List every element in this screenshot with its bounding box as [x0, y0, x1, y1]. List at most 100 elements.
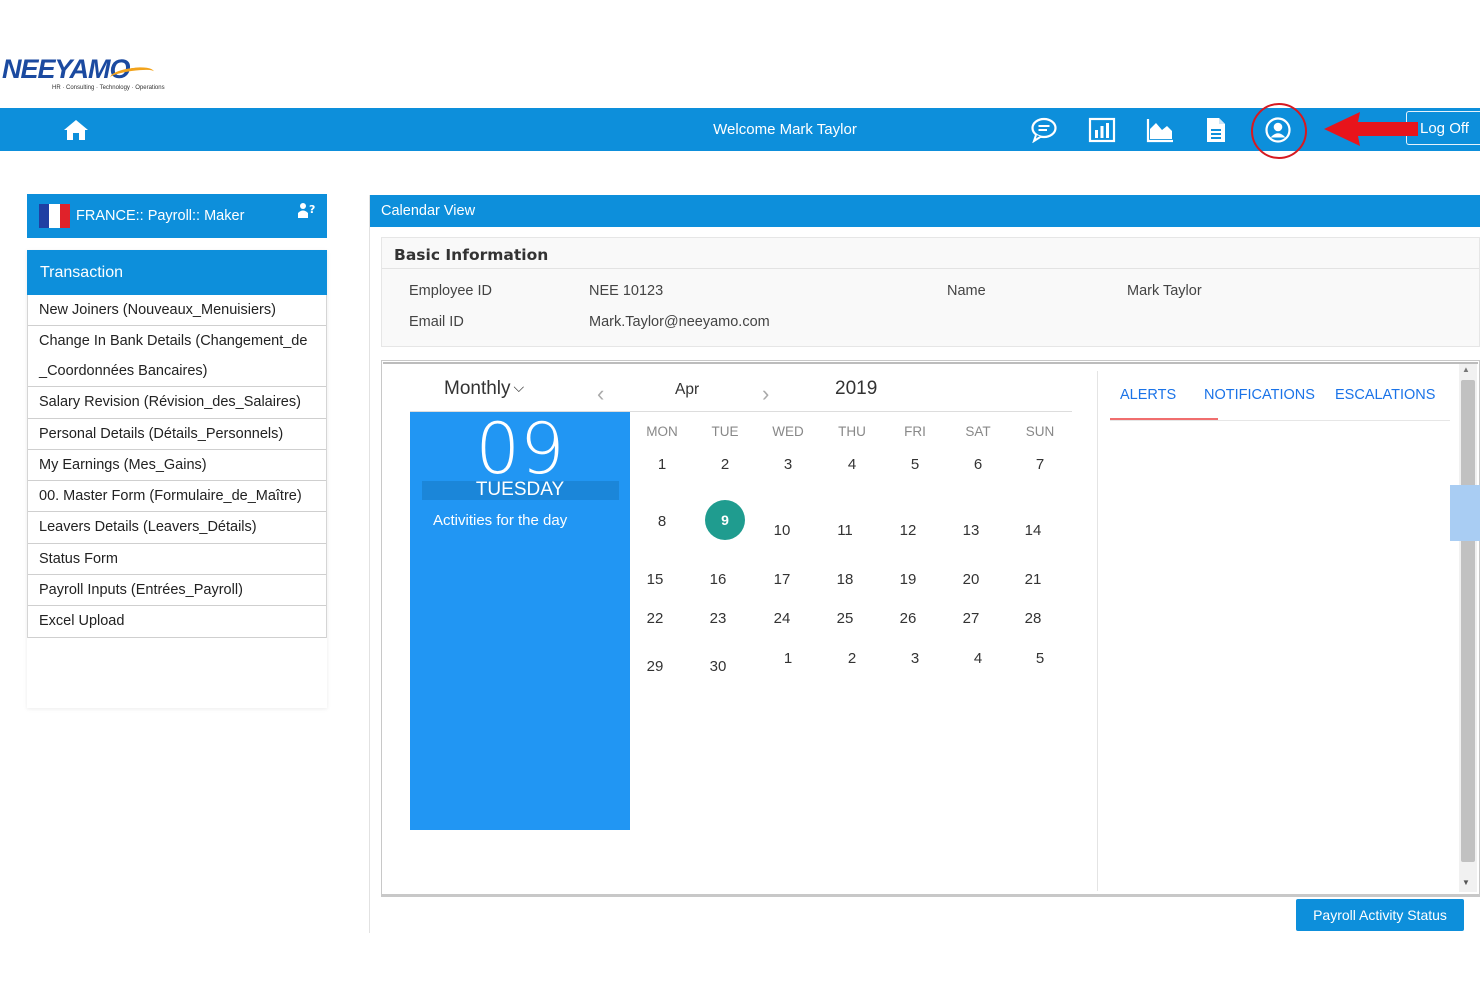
calendar-day[interactable]: 27	[951, 610, 991, 627]
year-label[interactable]: 2019	[835, 378, 877, 400]
scroll-up-icon[interactable]: ▲	[1462, 365, 1470, 374]
calendar-day[interactable]: 21	[1013, 571, 1053, 588]
tab-notifications[interactable]: NOTIFICATIONS	[1204, 387, 1315, 403]
calendar-day[interactable]: 4	[832, 456, 872, 473]
calendar-day[interactable]: 3	[768, 456, 808, 473]
report-icon[interactable]	[1088, 116, 1116, 144]
weekday-header: WED	[772, 424, 804, 439]
menu-item-leavers-details[interactable]: Leavers Details (Leavers_Détails)	[28, 512, 326, 544]
calendar-day[interactable]: 23	[698, 610, 738, 627]
menu-item-change-bank-details[interactable]: Change In Bank Details (Changement_de _C…	[28, 326, 326, 388]
chevron-down-icon: ⌵	[513, 379, 525, 395]
selected-day-panel: 09 TUESDAY Activities for the day	[410, 408, 630, 830]
calendar-day[interactable]: 22	[635, 610, 675, 627]
menu-item-excel-upload[interactable]: Excel Upload	[28, 606, 326, 638]
basic-information-panel: Basic Information Employee ID NEE 10123 …	[381, 237, 1480, 347]
month-label: Apr	[675, 381, 700, 398]
today-marker[interactable]: 9	[705, 500, 745, 540]
weekday-header: SAT	[965, 424, 991, 439]
calendar-day[interactable]: 2	[832, 650, 872, 667]
calendar-day[interactable]: 5	[1020, 650, 1060, 667]
next-month-button[interactable]: ›	[762, 381, 769, 407]
menu-item-personal-details[interactable]: Personal Details (Détails_Personnels)	[28, 419, 326, 450]
menu-item-master-form[interactable]: 00. Master Form (Formulaire_de_Maître)	[28, 481, 326, 513]
calendar-day[interactable]: 2	[705, 456, 745, 473]
scrollbar-thumb[interactable]	[1461, 380, 1475, 862]
activities-for-day-label: Activities for the day	[433, 512, 568, 529]
calendar-day[interactable]: 19	[888, 571, 928, 588]
calendar-day[interactable]: 1	[642, 456, 682, 473]
role-selector[interactable]: FRANCE:: Payroll:: Maker ?	[27, 194, 327, 238]
menu-item-salary-revision[interactable]: Salary Revision (Révision_des_Salaires)	[28, 387, 326, 419]
calendar-day[interactable]: 28	[1013, 610, 1053, 627]
area-chart-icon[interactable]	[1146, 116, 1174, 144]
basic-information-title: Basic Information	[394, 246, 549, 264]
calendar-day[interactable]: 7	[1020, 456, 1060, 473]
calendar-day[interactable]: 15	[635, 571, 675, 588]
weekday-header: FRI	[904, 424, 926, 439]
red-arrow-annotation	[1324, 112, 1418, 146]
weekday-header: MON	[646, 424, 678, 439]
highlight-circle-annotation	[1251, 103, 1307, 159]
panel-divider	[1097, 371, 1098, 891]
france-flag-icon	[39, 204, 70, 228]
document-icon[interactable]	[1202, 116, 1230, 144]
calendar-day[interactable]: 30	[698, 658, 738, 675]
weekday-header: THU	[838, 424, 866, 439]
transaction-menu: New Joiners (Nouveaux_Menuisiers) Change…	[27, 295, 327, 638]
employee-id-value: NEE 10123	[589, 283, 664, 299]
calendar-day[interactable]: 8	[642, 513, 682, 530]
calendar-day[interactable]: 12	[888, 522, 928, 539]
calendar-view-header: Calendar View	[370, 195, 1480, 227]
side-panel-tab[interactable]	[1450, 485, 1480, 541]
menu-item-my-earnings[interactable]: My Earnings (Mes_Gains)	[28, 450, 326, 482]
calendar-day[interactable]: 26	[888, 610, 928, 627]
calendar-day[interactable]: 13	[951, 522, 991, 539]
welcome-message: Welcome Mark Taylor	[713, 121, 857, 138]
switch-role-icon[interactable]: ?	[297, 202, 317, 220]
divider	[382, 268, 1479, 269]
scroll-down-icon[interactable]: ▼	[1462, 878, 1470, 887]
calendar-day[interactable]: 14	[1013, 522, 1053, 539]
calendar-card-top-border	[383, 362, 1478, 364]
selected-day-number: 09	[475, 408, 565, 490]
calendar-day[interactable]: 4	[958, 650, 998, 667]
calendar-day[interactable]: 3	[895, 650, 935, 667]
calendar-view-dropdown[interactable]: Monthly ⌵	[444, 378, 524, 400]
tab-alerts[interactable]: ALERTS	[1120, 387, 1176, 403]
calendar-day[interactable]: 10	[762, 522, 802, 539]
calendar-day[interactable]: 25	[825, 610, 865, 627]
calendar-day[interactable]: 6	[958, 456, 998, 473]
active-tab-indicator	[1110, 418, 1218, 420]
calendar-day[interactable]: 29	[635, 658, 675, 675]
menu-item-status-form[interactable]: Status Form	[28, 544, 326, 576]
payroll-activity-status-button[interactable]: Payroll Activity Status	[1296, 899, 1464, 931]
menu-item-payroll-inputs[interactable]: Payroll Inputs (Entrées_Payroll)	[28, 575, 326, 607]
calendar-day[interactable]: 17	[762, 571, 802, 588]
calendar-view-value: Monthly	[444, 378, 511, 399]
weekday-header: TUE	[711, 424, 739, 439]
calendar-day[interactable]: 24	[762, 610, 802, 627]
calendar-day[interactable]: 20	[951, 571, 991, 588]
home-icon[interactable]	[62, 116, 90, 144]
calendar-day[interactable]: 18	[825, 571, 865, 588]
email-id-label: Email ID	[409, 314, 464, 330]
neeyamo-logo: NEEYAMO HR · Consulting · Technology · O…	[0, 52, 170, 100]
calendar-day[interactable]: 5	[895, 456, 935, 473]
role-label: FRANCE:: Payroll:: Maker	[76, 208, 245, 224]
svg-text:?: ?	[309, 203, 315, 216]
calendar-day[interactable]: 11	[825, 522, 865, 539]
previous-month-button[interactable]: ‹	[597, 381, 604, 407]
chat-icon[interactable]	[1030, 116, 1058, 144]
email-id-value: Mark.Taylor@neeyamo.com	[589, 314, 770, 330]
calendar-day[interactable]: 16	[698, 571, 738, 588]
selected-weekday: TUESDAY	[475, 479, 565, 500]
main-divider	[369, 195, 370, 933]
employee-id-label: Employee ID	[409, 283, 493, 299]
calendar-day[interactable]: 1	[768, 650, 808, 667]
menu-item-new-joiners[interactable]: New Joiners (Nouveaux_Menuisiers)	[28, 295, 326, 327]
logo-tagline: HR · Consulting · Technology · Operation…	[52, 85, 165, 91]
tab-escalations[interactable]: ESCALATIONS	[1335, 387, 1435, 403]
weekday-header: SUN	[1025, 424, 1055, 439]
tabs-divider	[1110, 420, 1450, 421]
